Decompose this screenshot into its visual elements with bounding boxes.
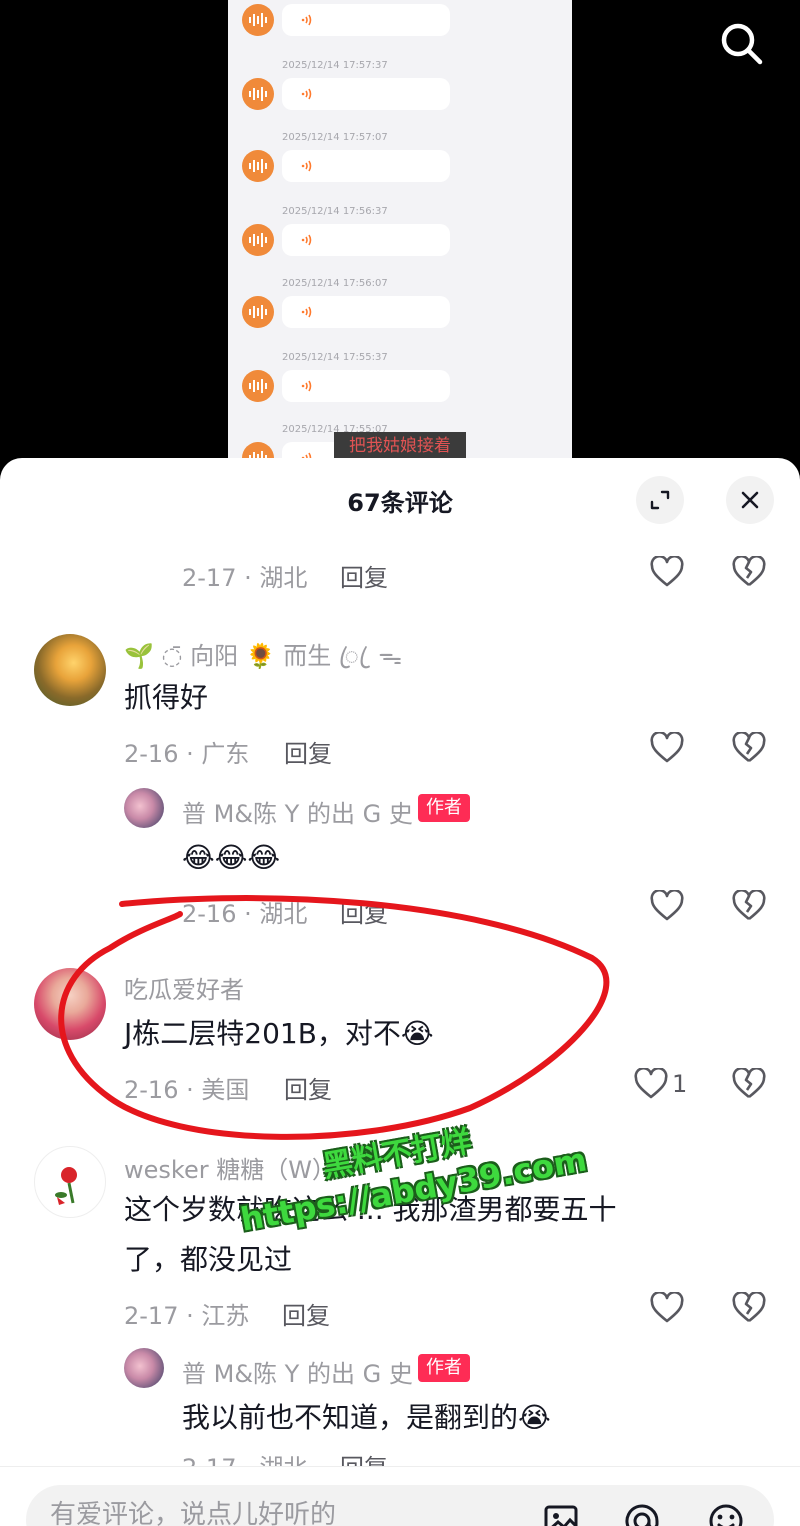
voice-timestamp: 2025/12/14 17:57:37 [282,60,388,71]
waveform-icon [249,233,267,247]
reply-button[interactable]: 回复 [284,1070,332,1105]
voice-avatar [242,4,274,36]
dislike-heart-icon[interactable] [732,556,766,588]
comment-meta: 2-17 · 江苏 [124,1302,250,1330]
like-count: 1 [672,1070,688,1098]
comment-input-wrapper[interactable] [26,1485,774,1526]
dislike-heart-icon[interactable] [732,890,766,922]
comment-input-bar [0,1466,800,1526]
close-icon [741,491,759,509]
comment-username[interactable]: wesker 糖糖（W） [124,1150,336,1185]
chat-screenshot: 2025/12/14 17:57:37 2025/12/14 17:57:07 20… [228,0,572,470]
voice-timestamp: 2025/12/14 17:56:07 [282,278,388,289]
avatar[interactable] [34,1146,106,1218]
comment-meta: 2-16 · 广东 [124,740,250,768]
video-caption-overlay: 把我姑娘接着 [334,432,466,460]
image-icon[interactable] [542,1501,582,1526]
comment-username[interactable]: 普 M&陈 Y 的出 G 史 [182,794,413,829]
sound-wave-icon [301,234,312,246]
comment-username[interactable]: 普 M&陈 Y 的出 G 史 [182,1354,413,1389]
sound-wave-icon [301,306,312,318]
voice-avatar [242,150,274,182]
like-heart-icon[interactable] [650,732,684,764]
voice-message[interactable] [242,296,562,336]
comment-text: 我以前也不知道，是翻到的😭 [182,1401,551,1434]
waveform-icon [249,305,267,319]
search-icon[interactable] [718,20,766,68]
comment-text: 😂😂😂 [182,841,281,874]
voice-message[interactable] [242,4,562,44]
voice-message[interactable] [242,150,562,190]
voice-bubble[interactable] [282,78,450,110]
mention-icon[interactable] [622,1501,662,1526]
voice-message[interactable] [242,78,562,118]
voice-avatar [242,370,274,402]
voice-bubble[interactable] [282,150,450,182]
sound-wave-icon [301,14,312,26]
author-badge: 作者 [418,1354,470,1382]
comment-sheet: 67条评论 2-17 · 湖北 回复 🌱 ◌̄ 向阳 🌻 而生 ꦿ ꦿ ᯓ 抓得… [0,458,800,1526]
reply-button[interactable]: 回复 [284,734,332,769]
waveform-icon [249,379,267,393]
sound-wave-icon [301,380,312,392]
reply-button[interactable]: 回复 [340,894,388,929]
comment-text: J栋二层特201B，对不😭 [124,1017,434,1050]
comment-meta: 2-16 · 湖北 [182,900,308,928]
like-heart-icon[interactable] [650,556,684,588]
comment-text: 了，都没见过 [124,1243,293,1276]
comment-meta: 2-17 · 湖北 [182,564,308,592]
voice-message[interactable] [242,224,562,264]
voice-message[interactable] [242,370,562,410]
like-heart-icon[interactable] [634,1068,668,1100]
author-badge: 作者 [418,794,470,822]
voice-avatar [242,224,274,256]
avatar[interactable] [124,788,164,828]
comment-meta: 2-16 · 美国 [124,1076,250,1104]
expand-icon [650,490,670,510]
reply-button[interactable]: 回复 [340,558,388,593]
sound-wave-icon [301,160,312,172]
dislike-heart-icon[interactable] [732,1068,766,1100]
close-button[interactable] [726,476,774,524]
comment-text: 抓得好 [124,681,209,714]
waveform-icon [249,159,267,173]
waveform-icon [249,13,267,27]
sound-wave-icon [301,88,312,100]
waveform-icon [249,87,267,101]
voice-avatar [242,296,274,328]
like-heart-icon[interactable] [650,890,684,922]
avatar[interactable] [34,968,106,1040]
voice-timestamp: 2025/12/14 17:55:37 [282,352,388,363]
dislike-heart-icon[interactable] [732,1292,766,1324]
voice-bubble[interactable] [282,224,450,256]
voice-bubble[interactable] [282,296,450,328]
dislike-heart-icon[interactable] [732,732,766,764]
emoji-icon[interactable] [706,1501,746,1526]
avatar[interactable] [34,634,106,706]
voice-bubble[interactable] [282,4,450,36]
voice-avatar [242,78,274,110]
voice-timestamp: 2025/12/14 17:56:37 [282,206,388,217]
rose-icon [55,1167,77,1205]
voice-timestamp: 2025/12/14 17:57:07 [282,132,388,143]
comment-input[interactable] [50,1495,510,1526]
video-player[interactable]: 2025/12/14 17:57:37 2025/12/14 17:57:07 20… [0,0,800,470]
voice-bubble[interactable] [282,370,450,402]
like-heart-icon[interactable] [650,1292,684,1324]
avatar[interactable] [124,1348,164,1388]
comment-username[interactable]: 吃瓜爱好者 [124,970,244,1005]
expand-button[interactable] [636,476,684,524]
reply-button[interactable]: 回复 [282,1296,330,1331]
